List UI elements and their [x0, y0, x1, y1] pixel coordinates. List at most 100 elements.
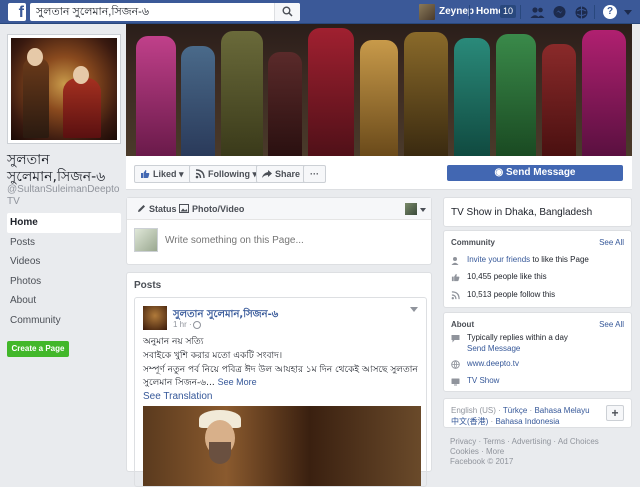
create-page-button[interactable]: Create a Page — [7, 341, 69, 357]
community-see-all-link[interactable]: See All — [599, 238, 624, 247]
rss-icon — [451, 291, 460, 300]
page-title[interactable]: সুলতান সুলেমান,সিজন-৬ — [7, 152, 121, 186]
globe-notifications-icon[interactable] — [574, 5, 589, 20]
post-line: সবাইকে খুশি করার মতো একটি সংবাদ। — [143, 351, 283, 361]
divider — [594, 5, 595, 19]
post-text-input[interactable] — [165, 233, 425, 247]
cover-figure — [221, 31, 263, 156]
liked-button[interactable]: Liked ▾ — [134, 165, 191, 183]
user-avatar[interactable] — [419, 4, 435, 20]
speech-bubble-icon — [451, 335, 460, 343]
photo-icon — [179, 204, 189, 213]
messenger-icon: ◉ — [494, 167, 507, 178]
nav-item-home[interactable]: Home — [7, 213, 121, 233]
post-composer: Status Photo/Video — [126, 197, 432, 265]
posts-heading: Posts — [134, 280, 162, 291]
tab-photo-video[interactable]: Photo/Video — [192, 204, 244, 214]
divider — [520, 5, 521, 19]
send-message-row: Send Message — [451, 343, 627, 355]
copyright: Facebook © 2017 — [450, 457, 514, 466]
search-box — [30, 3, 300, 21]
post-author-avatar[interactable] — [143, 306, 167, 330]
figure — [63, 78, 101, 138]
page-action-bar: Liked ▾ Following ▾ Share ··· ◉ Send Mes… — [126, 156, 632, 190]
page-navigation: Home Posts Videos Photos About Community — [7, 213, 121, 330]
figure-head — [27, 48, 43, 66]
tab-status[interactable]: Status — [149, 204, 177, 214]
facebook-logo[interactable]: f — [8, 3, 26, 21]
about-see-all-link[interactable]: See All — [599, 320, 624, 329]
composer-tabs: Status Photo/Video — [127, 198, 431, 220]
thumbs-up-icon — [141, 170, 150, 178]
figure-head — [73, 66, 89, 84]
cover-figure — [268, 52, 302, 156]
cover-figure — [404, 32, 448, 156]
cover-figure — [360, 40, 398, 156]
footer-links[interactable]: Cookies · More — [450, 447, 632, 457]
pencil-icon — [138, 205, 145, 212]
language-option[interactable]: Türkçe — [503, 406, 527, 415]
share-label: Share — [275, 169, 301, 179]
profile-picture-image — [11, 38, 117, 140]
website-link[interactable]: www.deepto.tv — [467, 359, 519, 368]
share-arrow-icon — [262, 170, 272, 178]
nav-item-about[interactable]: About — [7, 291, 121, 311]
friend-requests-icon[interactable] — [530, 5, 545, 20]
composer-avatar — [134, 228, 158, 252]
cover-figure — [308, 28, 354, 156]
thumbs-up-icon — [451, 273, 460, 282]
cover-figure — [582, 30, 626, 156]
globe-icon — [451, 360, 460, 369]
nav-item-posts[interactable]: Posts — [7, 233, 121, 253]
help-icon[interactable]: ? — [603, 5, 617, 19]
see-more-link[interactable]: See More — [218, 377, 257, 387]
account-menu-caret-icon[interactable] — [624, 10, 632, 15]
public-globe-icon — [193, 321, 201, 329]
search-input[interactable] — [30, 3, 276, 21]
footer-links[interactable]: Privacy · Terms · Advertising · Ad Choic… — [450, 437, 632, 447]
messages-icon[interactable] — [552, 5, 567, 20]
cover-photo[interactable] — [126, 24, 632, 156]
language-option[interactable]: Bahasa Melayu — [534, 406, 589, 415]
search-button[interactable] — [274, 3, 300, 21]
figure — [23, 58, 49, 138]
image-detail — [209, 442, 231, 464]
post-as-caret-icon[interactable] — [420, 208, 426, 212]
page-category: TV Show in Dhaka, Bangladesh — [443, 197, 632, 227]
nav-item-videos[interactable]: Videos — [7, 252, 121, 272]
page-profile-picture[interactable] — [7, 34, 121, 144]
more-options-button[interactable]: ··· — [303, 165, 326, 183]
cover-figure — [542, 44, 576, 156]
more-languages-button[interactable]: + — [606, 405, 624, 421]
follows-count: 10,513 people follow this — [467, 290, 556, 299]
send-message-button[interactable]: ◉ Send Message — [447, 165, 623, 181]
share-button[interactable]: Share — [256, 165, 308, 183]
language-option[interactable]: Bahasa Indonesia — [495, 417, 559, 426]
liked-label: Liked — [153, 169, 177, 179]
language-list: English (US) · Türkçe · Bahasa Melayu 中文… — [451, 406, 590, 426]
see-translation-link[interactable]: See Translation — [143, 391, 423, 403]
search-icon — [282, 6, 293, 17]
invite-text: to like this Page — [530, 255, 589, 264]
rss-icon — [195, 169, 205, 179]
invite-row: Invite your friends to like this Page — [451, 254, 627, 266]
community-box: Community See All Invite your friends to… — [443, 230, 632, 308]
post-timestamp[interactable]: 1 hr · — [173, 320, 192, 329]
page-username[interactable]: @SultanSuleimanDeeptoTV — [7, 184, 121, 208]
home-notification-badge: 10 — [500, 5, 517, 18]
post-options-chevron-icon[interactable] — [410, 307, 418, 312]
invite-friends-link[interactable]: Invite your friends — [467, 255, 530, 264]
nav-item-community[interactable]: Community — [7, 311, 121, 331]
cover-figure — [496, 34, 536, 156]
following-button[interactable]: Following ▾ — [189, 165, 265, 183]
post-image[interactable] — [143, 406, 421, 486]
post-line-text: সম্পূর্ণ নতুন পর্ব নিয়ে পবিত্র ঈদ উল আয… — [143, 365, 418, 388]
languages-box: English (US) · Türkçe · Bahasa Melayu 中文… — [443, 398, 632, 428]
about-send-message-link[interactable]: Send Message — [467, 344, 520, 353]
nav-item-photos[interactable]: Photos — [7, 272, 121, 292]
language-option[interactable]: 中文(香港) — [451, 417, 488, 426]
page-type-link[interactable]: TV Show — [467, 376, 499, 385]
post-as-avatar[interactable] — [405, 203, 417, 215]
tv-icon — [451, 378, 460, 386]
cover-figure — [454, 38, 490, 156]
